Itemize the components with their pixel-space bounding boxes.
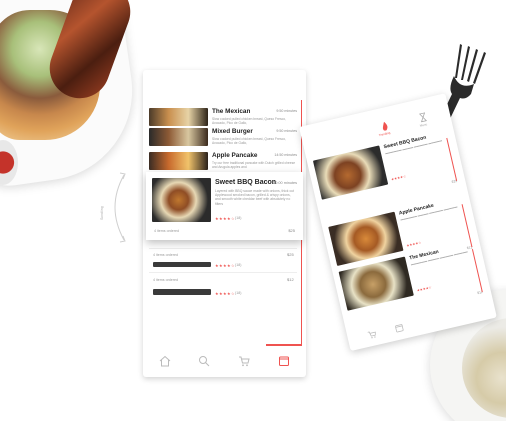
cart-icon[interactable] xyxy=(367,329,378,340)
menu-icon[interactable] xyxy=(394,323,405,334)
food-thumbnail xyxy=(152,178,211,222)
item-time: 14:50 minutes xyxy=(274,153,297,157)
food-thumbnail xyxy=(328,211,404,266)
item-price: $12 xyxy=(287,277,294,282)
tab-menu-label: Menu xyxy=(419,122,428,128)
item-time: 9:50 minutes xyxy=(276,129,297,133)
scene: Scrolling The Mexican 9:50 minutes Slow … xyxy=(0,0,506,421)
item-title: Sweet BBQ Bacon xyxy=(215,179,277,186)
hourglass-icon[interactable] xyxy=(419,112,427,123)
divider xyxy=(149,248,297,249)
rating-stars: ★★★★☆ xyxy=(416,285,433,293)
food-thumbnail xyxy=(312,145,389,200)
rating-stars: ★★★★☆ xyxy=(215,263,235,268)
items-ordered: 4 items ordered xyxy=(153,278,178,282)
rating-count: (18) xyxy=(235,263,242,267)
items-ordered: 4 items ordered xyxy=(153,253,178,257)
menu-icon[interactable] xyxy=(278,355,290,367)
rating-count: (18) xyxy=(235,291,242,295)
scroll-hint-label: Scrolling xyxy=(100,206,104,220)
rating-stars: ★★★★☆ xyxy=(215,291,235,296)
item-time: 20:00 minutes xyxy=(273,181,297,185)
rating-stars: ★★★★☆ xyxy=(390,174,407,182)
item-price: $25 xyxy=(287,252,294,257)
food-thumbnail xyxy=(149,152,208,170)
item-title: Mixed Burger xyxy=(212,128,253,135)
food-thumbnail xyxy=(153,262,211,267)
food-thumbnail xyxy=(149,108,208,126)
item-title: The Mexican xyxy=(212,108,251,115)
tab-trending-label: Trending xyxy=(378,130,391,138)
food-thumbnail xyxy=(153,289,211,295)
rating-stars: ★★★★☆ xyxy=(215,216,235,221)
divider xyxy=(149,272,297,273)
home-icon[interactable] xyxy=(159,355,171,367)
rating-count: (18) xyxy=(235,216,242,220)
scroll-hint-icon xyxy=(114,172,126,243)
items-ordered: 4 items ordered xyxy=(154,229,179,233)
item-description: Layered with BBQ sauce made with onions,… xyxy=(215,189,294,206)
item-description: Slow cooked pulled chicken breast, Queso… xyxy=(212,137,287,145)
cart-icon[interactable] xyxy=(238,355,250,367)
food-thumbnail xyxy=(149,128,208,146)
item-price: $25 xyxy=(288,228,295,233)
featured-card[interactable]: Sweet BBQ Bacon 20:00 minutes Layered wi… xyxy=(146,172,303,240)
search-icon[interactable] xyxy=(198,355,210,367)
rating-stars: ★★★★☆ xyxy=(406,240,422,248)
item-title: Apple Pancake xyxy=(212,152,258,159)
item-time: 9:50 minutes xyxy=(276,109,297,113)
bottom-nav xyxy=(143,345,306,377)
